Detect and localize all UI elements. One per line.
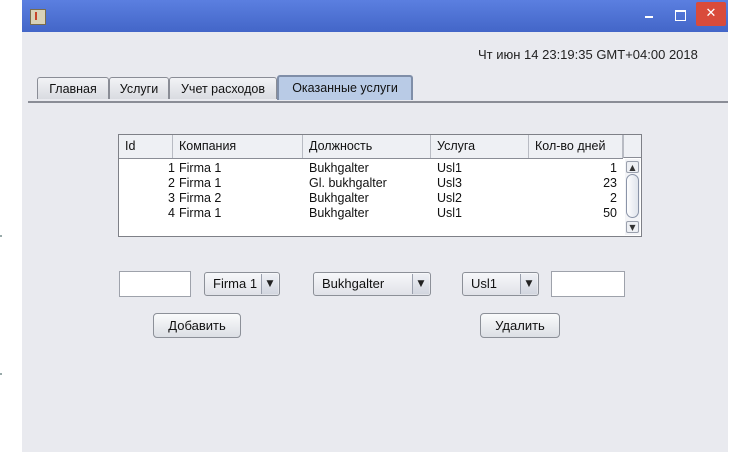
cell-position: Gl. bukhgalter [309, 176, 387, 190]
scroll-down-icon[interactable]: ▼ [626, 221, 639, 233]
cell-position: Bukhgalter [309, 191, 369, 205]
cell-id: 4 [168, 206, 175, 220]
tab-services[interactable]: Услуги [109, 77, 169, 99]
cell-company: Firma 1 [179, 206, 222, 220]
header-corner [623, 135, 641, 158]
maximize-icon [674, 10, 686, 21]
table-scrollbar[interactable]: ▲ ▼ [625, 159, 640, 235]
position-select[interactable]: Bukhgalter ▼ [313, 272, 431, 296]
cell-company: Firma 1 [179, 161, 222, 175]
company-select-value: Firma 1 [213, 276, 258, 291]
column-header-days[interactable]: Кол-во дней [529, 135, 623, 158]
table-row[interactable]: 4 Firma 1 Bukhgalter Usl1 50 [119, 206, 623, 221]
clock-label: Чт июн 14 23:19:35 GMT+04:00 2018 [478, 47, 698, 62]
column-header-id[interactable]: Id [119, 135, 173, 158]
column-header-position[interactable]: Должность [303, 135, 431, 158]
table-row[interactable]: 3 Firma 2 Bukhgalter Usl2 2 [119, 191, 623, 206]
cell-days: 23 [603, 176, 617, 190]
cell-company: Firma 2 [179, 191, 222, 205]
delete-button[interactable]: Удалить [480, 313, 560, 338]
cell-service: Usl1 [437, 206, 463, 220]
cell-service: Usl3 [437, 176, 463, 190]
company-select[interactable]: Firma 1 ▼ [204, 272, 280, 296]
minimize-icon [645, 16, 653, 18]
days-input[interactable] [551, 271, 625, 297]
cell-service: Usl2 [437, 191, 463, 205]
edge-mark [0, 235, 2, 237]
minimize-button[interactable] [634, 2, 664, 26]
cell-id: 2 [168, 176, 175, 190]
app-window: ✕ Чт июн 14 23:19:35 GMT+04:00 2018 Глав… [22, 0, 728, 452]
id-input[interactable] [119, 271, 191, 297]
table-row[interactable]: 1 Firma 1 Bukhgalter Usl1 1 [119, 161, 623, 176]
cell-id: 1 [168, 161, 175, 175]
services-table: Id Компания Должность Услуга Кол-во дней… [118, 134, 642, 237]
position-select-value: Bukhgalter [322, 276, 385, 291]
maximize-button[interactable] [665, 2, 695, 26]
cell-days: 50 [603, 206, 617, 220]
scroll-up-icon[interactable]: ▲ [626, 161, 639, 173]
edge-mark [0, 373, 2, 375]
close-icon: ✕ [705, 6, 717, 21]
cell-company: Firma 1 [179, 176, 222, 190]
scroll-thumb[interactable] [626, 174, 639, 218]
cell-days: 1 [610, 161, 617, 175]
cell-position: Bukhgalter [309, 161, 369, 175]
tab-divider [28, 101, 728, 103]
column-header-service[interactable]: Услуга [431, 135, 529, 158]
column-header-company[interactable]: Компания [173, 135, 303, 158]
cell-position: Bukhgalter [309, 206, 369, 220]
tab-expenses[interactable]: Учет расходов [169, 77, 277, 99]
chevron-down-icon: ▼ [412, 274, 429, 294]
close-button[interactable]: ✕ [696, 2, 726, 26]
add-button[interactable]: Добавить [153, 313, 241, 338]
cell-id: 3 [168, 191, 175, 205]
table-row[interactable]: 2 Firma 1 Gl. bukhgalter Usl3 23 [119, 176, 623, 191]
cell-days: 2 [610, 191, 617, 205]
service-select[interactable]: Usl1 ▼ [462, 272, 539, 296]
tab-rendered-services[interactable]: Оказанные услуги [277, 75, 413, 100]
table-header: Id Компания Должность Услуга Кол-во дней [119, 135, 623, 159]
chevron-down-icon: ▼ [261, 274, 278, 294]
tab-main[interactable]: Главная [37, 77, 109, 99]
service-select-value: Usl1 [471, 276, 498, 291]
title-bar[interactable]: ✕ [22, 0, 728, 32]
chevron-down-icon: ▼ [520, 274, 537, 294]
java-app-icon [30, 9, 46, 25]
cell-service: Usl1 [437, 161, 463, 175]
